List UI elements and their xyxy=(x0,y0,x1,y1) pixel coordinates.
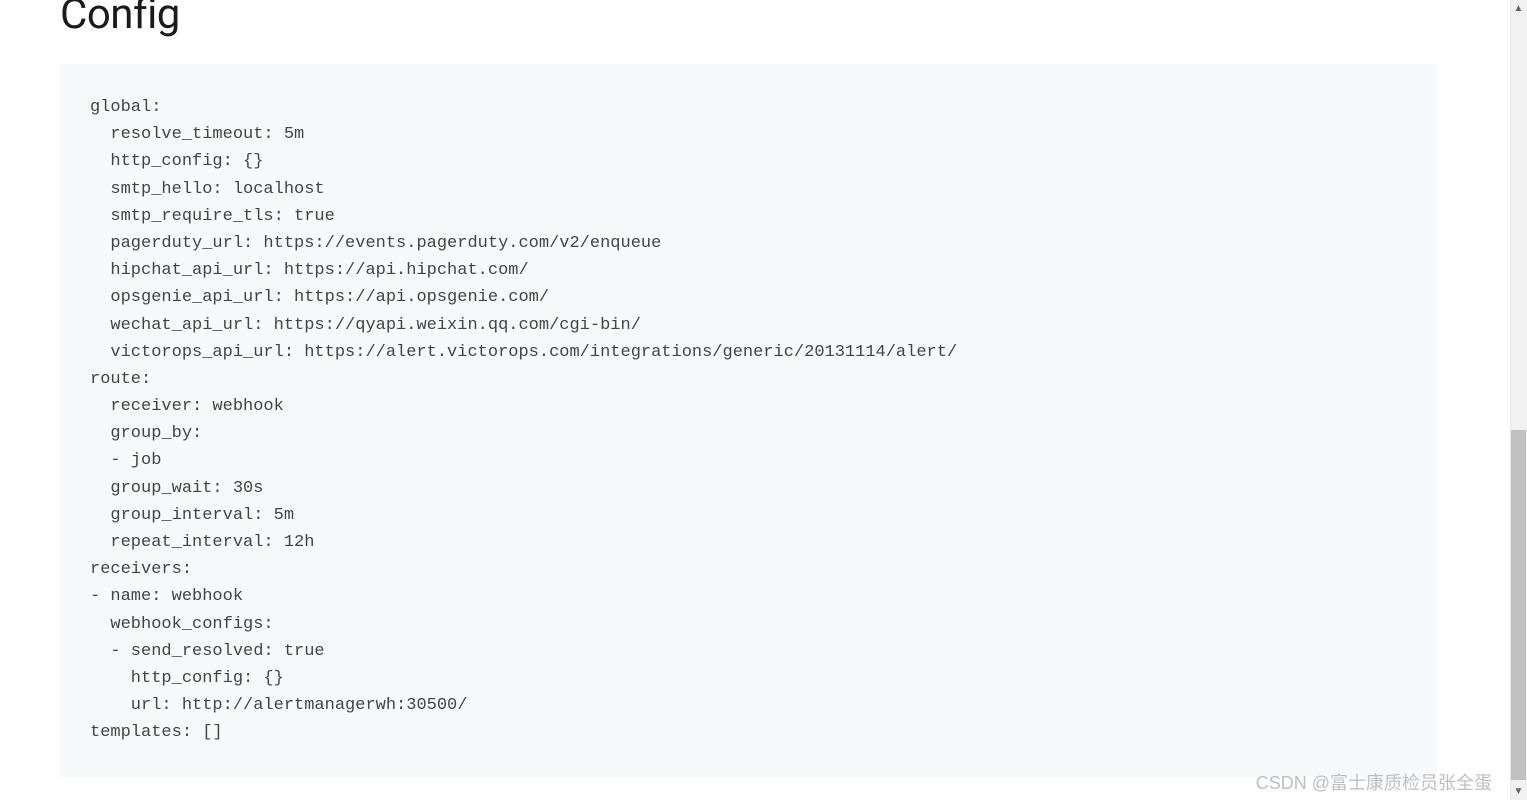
config-yaml-block: global: resolve_timeout: 5m http_config:… xyxy=(60,64,1437,777)
scrollbar-thumb[interactable] xyxy=(1511,430,1526,780)
scrollbar-track[interactable]: ▲ ▼ xyxy=(1510,0,1527,800)
scrollbar-down-arrow[interactable]: ▼ xyxy=(1510,783,1527,800)
content-area: Config global: resolve_timeout: 5m http_… xyxy=(0,0,1497,800)
page-title: Config xyxy=(60,0,1437,39)
scrollbar-up-arrow[interactable]: ▲ xyxy=(1510,0,1527,17)
